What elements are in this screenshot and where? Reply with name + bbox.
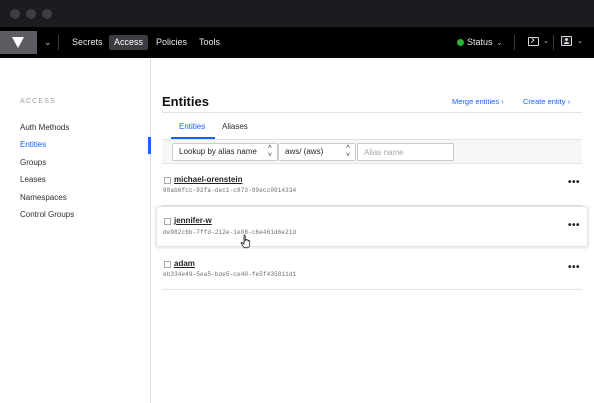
- console-icon[interactable]: [528, 37, 539, 46]
- nav-link-access[interactable]: Access: [109, 35, 149, 50]
- chevron-right-icon: ›: [501, 97, 504, 106]
- maximize-window-button[interactable]: [42, 9, 52, 19]
- hand-pointer-icon: [240, 234, 251, 249]
- sidebar-active-indicator: [148, 137, 151, 154]
- entity-icon: [164, 261, 171, 268]
- status-ok-icon: [457, 39, 464, 46]
- nav-divider: [58, 35, 59, 50]
- sidebar-item-namespaces[interactable]: Namespaces: [20, 192, 151, 204]
- chevron-down-icon[interactable]: ⌄: [44, 37, 52, 48]
- list-item[interactable]: [162, 249, 582, 290]
- sidebar-heading: ACCESS: [20, 98, 56, 105]
- chevron-down-icon: ⌄: [496, 40, 503, 47]
- sidebar: [0, 58, 151, 403]
- page-title: Entities: [162, 94, 209, 109]
- tab-aliases[interactable]: Aliases: [222, 122, 248, 131]
- entity-icon: [164, 177, 171, 184]
- entity-name-link[interactable]: jennifer-w: [174, 216, 212, 225]
- alias-name-input[interactable]: [357, 143, 454, 161]
- select-arrows-icon: ˄ ˅: [267, 144, 272, 159]
- entity-id: 98ab6fcc-92fa-dec1-c873-99ecc0914334: [163, 187, 297, 194]
- nav-link-secrets[interactable]: Secrets: [67, 35, 108, 50]
- title-divider: [162, 112, 582, 113]
- status-menu-button[interactable]: Status ⌄: [457, 35, 502, 50]
- entity-id: eb334e49-5ea5-bde5-ce40-fe5f435811d1: [163, 271, 297, 278]
- merge-entities-label: Merge entities: [452, 97, 500, 106]
- list-item[interactable]: [156, 206, 588, 247]
- list-item[interactable]: [162, 165, 582, 206]
- sidebar-item-groups[interactable]: Groups: [20, 157, 151, 169]
- sidebar-item-control-groups[interactable]: Control Groups: [20, 209, 151, 221]
- lookup-type-value: Lookup by alias name: [179, 147, 257, 156]
- tab-entities[interactable]: Entities: [179, 122, 205, 131]
- chevron-down-icon[interactable]: ⌄: [577, 37, 583, 45]
- sidebar-item-auth-methods[interactable]: Auth Methods: [20, 122, 151, 134]
- nav-link-policies[interactable]: Policies: [151, 35, 192, 50]
- more-options-icon[interactable]: •••: [568, 262, 580, 273]
- merge-entities-link[interactable]: Merge entities ›: [452, 97, 504, 106]
- more-options-icon[interactable]: •••: [568, 177, 580, 188]
- sidebar-item-leases[interactable]: Leases: [20, 174, 151, 186]
- top-navbar: ⌄ Secrets Access Policies Tools Status ⌄ …: [0, 27, 594, 58]
- lookup-type-select[interactable]: Lookup by alias name ˄ ˅: [172, 143, 278, 161]
- status-label: Status: [467, 37, 493, 47]
- select-arrows-icon: ˄ ˅: [345, 144, 350, 159]
- entity-icon: [164, 218, 171, 225]
- entity-name-link[interactable]: michael-orenstein: [174, 175, 242, 184]
- window-titlebar: [0, 0, 594, 27]
- more-options-icon[interactable]: •••: [568, 220, 580, 231]
- nav-link-tools[interactable]: Tools: [194, 35, 225, 50]
- nav-divider: [514, 35, 515, 50]
- entity-name-link[interactable]: adam: [174, 259, 195, 268]
- chevron-right-icon: ›: [567, 97, 571, 106]
- user-icon[interactable]: [561, 36, 572, 46]
- vault-logo-button[interactable]: [0, 31, 37, 54]
- nav-divider: [553, 35, 554, 50]
- create-entity-link[interactable]: Create entity ›: [523, 97, 570, 106]
- sidebar-item-entities[interactable]: Entities: [20, 139, 151, 151]
- create-entity-label: Create entity: [523, 97, 566, 106]
- mount-value: aws/ (aws): [285, 147, 324, 156]
- close-window-button[interactable]: [10, 9, 20, 19]
- vault-logo-icon: [12, 37, 24, 48]
- minimize-window-button[interactable]: [26, 9, 36, 19]
- entity-id: de982c6b-7ffd-212e-1e08-c6e461d6e21d: [163, 229, 297, 236]
- mount-select[interactable]: aws/ (aws) ˄ ˅: [278, 143, 356, 161]
- chevron-down-icon[interactable]: ⌄: [543, 37, 549, 45]
